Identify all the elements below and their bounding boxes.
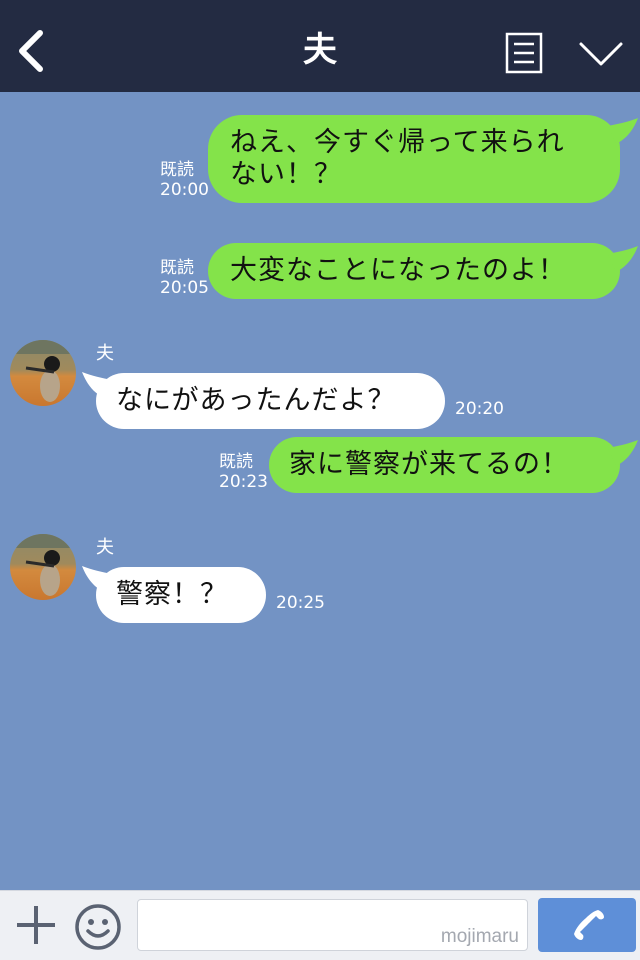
read-receipt: 既読 20:00 bbox=[160, 160, 209, 200]
notes-icon[interactable] bbox=[505, 32, 543, 74]
smiley-icon[interactable] bbox=[74, 903, 122, 951]
message-bubble-sent[interactable]: ねえ、今すぐ帰って来られ ない！？ bbox=[208, 115, 620, 203]
chevron-down-icon[interactable] bbox=[578, 40, 624, 68]
message-time: 20:25 bbox=[276, 593, 325, 613]
plus-icon[interactable] bbox=[14, 903, 58, 947]
message-text: 警察！？ bbox=[116, 579, 228, 610]
chat-title: 夫 bbox=[303, 30, 337, 70]
message-text: 大変なことになったのよ！ bbox=[230, 255, 566, 286]
sender-name: 夫 bbox=[96, 537, 114, 558]
bubble-tail bbox=[608, 118, 638, 144]
sender-name: 夫 bbox=[96, 343, 114, 364]
avatar[interactable] bbox=[10, 534, 76, 600]
message-text: ねえ、今すぐ帰って来られ bbox=[230, 127, 565, 158]
input-bar: mojimaru bbox=[0, 890, 640, 960]
read-receipt: 既読 20:23 bbox=[219, 452, 268, 492]
call-button[interactable] bbox=[538, 898, 636, 952]
message-text: 家に警察が来てるの！ bbox=[289, 449, 569, 480]
message-text: ない！？ bbox=[230, 159, 342, 190]
read-receipt: 既読 20:05 bbox=[160, 258, 209, 298]
message-bubble-sent[interactable]: 家に警察が来てるの！ bbox=[269, 437, 620, 493]
bubble-tail bbox=[608, 246, 638, 272]
watermark-text: mojimaru bbox=[440, 926, 519, 947]
chat-header: 夫 bbox=[0, 0, 640, 92]
message-bubble-sent[interactable]: 大変なことになったのよ！ bbox=[208, 243, 620, 299]
avatar[interactable] bbox=[10, 340, 76, 406]
message-time: 20:20 bbox=[455, 399, 504, 419]
message-text: なにがあったんだよ？ bbox=[116, 385, 396, 416]
phone-icon bbox=[574, 910, 604, 940]
chat-screen: 夫 既読 20:00 ねえ、今すぐ帰って来られ ない！？ 既読 20:05 大変… bbox=[0, 0, 640, 960]
message-input[interactable]: mojimaru bbox=[137, 899, 528, 951]
message-bubble-received[interactable]: 警察！？ bbox=[96, 567, 266, 623]
bubble-tail bbox=[608, 440, 638, 466]
message-bubble-received[interactable]: なにがあったんだよ？ bbox=[96, 373, 445, 429]
